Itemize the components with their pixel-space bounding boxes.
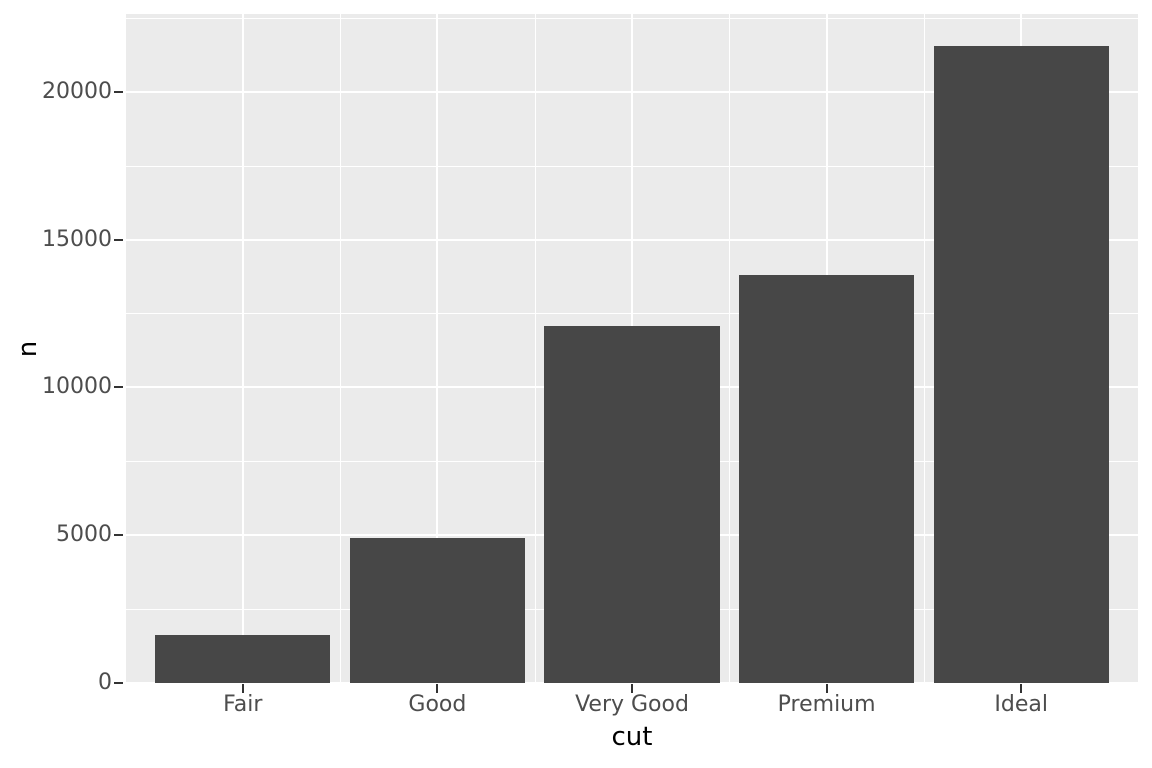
y-tick-label: 15000: [42, 226, 112, 252]
gridline-minor-x: [729, 14, 731, 683]
gridline-minor-x: [340, 14, 342, 683]
y-tick-mark: [114, 534, 123, 537]
y-tick-label: 5000: [56, 522, 112, 548]
x-tick-label: Fair: [223, 692, 263, 717]
x-tick-label: Very Good: [575, 692, 689, 717]
gridline-minor-x: [534, 14, 536, 683]
x-tick-label: Good: [408, 692, 467, 717]
bar-very-good[interactable]: [544, 325, 720, 683]
ggplot-bar-chart: n 0 5000 10000 15000 20000 Fair Good Very Good…: [0, 0, 1152, 768]
x-tick-label: Premium: [777, 692, 876, 717]
x-axis-title-label: cut: [611, 722, 653, 752]
gridline-major-x: [241, 14, 244, 683]
x-axis-title: cut: [126, 722, 1138, 752]
bar-good[interactable]: [349, 537, 525, 683]
y-tick-mark: [114, 386, 123, 389]
gridline-minor-x: [923, 14, 925, 683]
y-axis-ticks: 0 5000 10000 15000 20000: [0, 0, 112, 768]
x-tick-label: Ideal: [994, 692, 1049, 717]
bar-premium[interactable]: [739, 275, 915, 683]
y-tick-label: 10000: [42, 374, 112, 400]
y-tick-mark: [114, 238, 123, 241]
plot-panel: [126, 14, 1138, 683]
bar-fair[interactable]: [155, 635, 331, 683]
y-tick-mark: [114, 682, 123, 684]
y-tick-label: 0: [98, 670, 112, 695]
bar-ideal[interactable]: [933, 45, 1109, 683]
y-tick-label: 20000: [42, 78, 112, 104]
y-tick-mark: [114, 90, 123, 93]
